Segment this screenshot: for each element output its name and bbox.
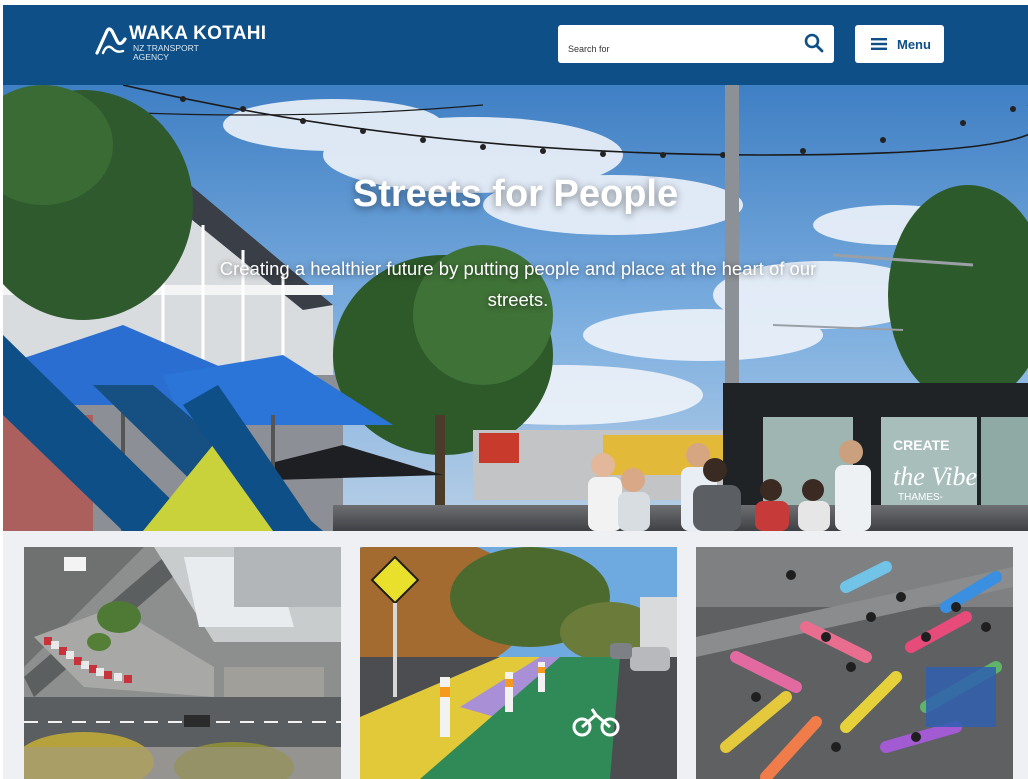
container-sign-line-3: THAMES- [898, 492, 943, 503]
feature-cards [3, 531, 1028, 779]
menu-button[interactable]: Menu [855, 25, 944, 63]
painted-cycleway-photo [360, 547, 677, 779]
page: WAKA KOTAHI NZ TRANSPORT AGENCY Menu [3, 5, 1028, 779]
card-aerial-street[interactable] [24, 547, 341, 779]
logo-subtitle-line-2: AGENCY [133, 52, 169, 62]
logo-name: WAKA KOTAHI [129, 23, 267, 44]
site-header: WAKA KOTAHI NZ TRANSPORT AGENCY Menu [3, 5, 1028, 85]
search-icon [804, 33, 824, 52]
search-box [558, 25, 834, 63]
menu-label: Menu [897, 37, 931, 52]
pencil-street-art-photo [696, 547, 1013, 779]
logo-subtitle: NZ TRANSPORT AGENCY [133, 44, 199, 62]
search-button[interactable] [800, 31, 828, 57]
hero-banner: CREATE the Vibe THAMES- Streets for Peop… [3, 85, 1028, 531]
search-input[interactable] [558, 25, 798, 63]
card-painted-cycleway[interactable] [360, 547, 677, 779]
container-sign-line-2: the Vibe [893, 462, 977, 491]
container-sign-line-1: CREATE [893, 437, 950, 453]
waka-kotahi-logo[interactable]: WAKA KOTAHI NZ TRANSPORT AGENCY [95, 23, 267, 63]
logo-mark-icon [95, 27, 127, 55]
card-pencil-street-art[interactable] [696, 547, 1013, 779]
hero-subtitle: Creating a healthier future by putting p… [219, 258, 817, 310]
hero-title: Streets for People [352, 173, 679, 215]
aerial-street-intersection-photo [24, 547, 341, 779]
hamburger-icon [871, 38, 887, 50]
